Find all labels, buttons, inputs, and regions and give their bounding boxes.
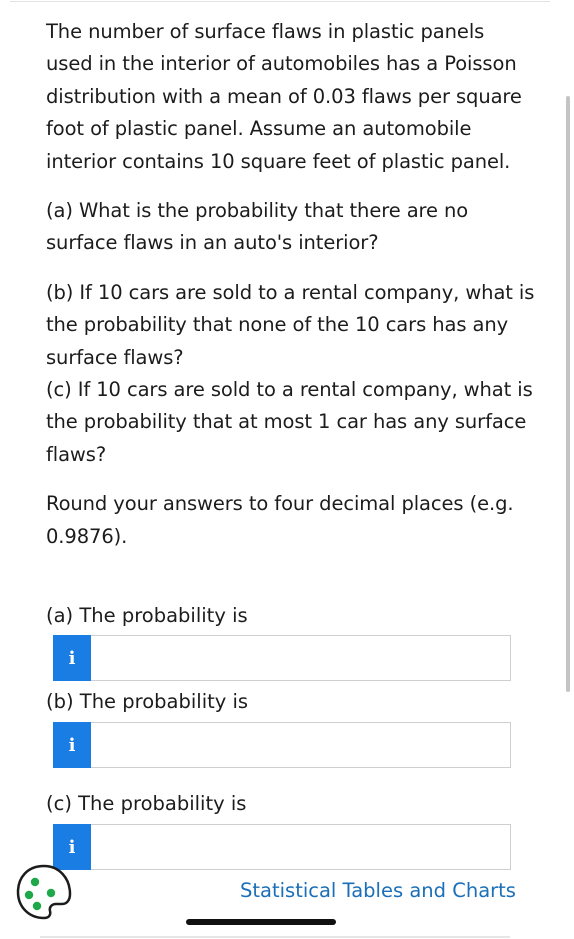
answer-a-row: i <box>53 635 511 681</box>
answer-a-label: (a) The probability is <box>46 604 248 627</box>
home-indicator[interactable] <box>186 919 336 925</box>
answer-c-input[interactable] <box>91 824 511 870</box>
question-part-b: (b) If 10 cars are sold to a rental comp… <box>46 280 535 369</box>
statistical-tables-link[interactable]: Statistical Tables and Charts <box>240 876 516 906</box>
answer-b-label: (b) The probability is <box>46 690 249 713</box>
question-text: The number of surface flaws in plastic p… <box>46 16 536 553</box>
answer-a-input[interactable] <box>91 635 511 681</box>
info-icon[interactable]: i <box>53 722 91 768</box>
answer-c-label: (c) The probability is <box>46 792 247 815</box>
question-part-c: (c) If 10 cars are sold to a rental comp… <box>46 378 533 466</box>
info-icon[interactable]: i <box>53 635 91 681</box>
bottom-divider <box>40 936 510 938</box>
answer-c-row: i <box>53 824 511 870</box>
scrollbar-thumb[interactable] <box>566 96 570 692</box>
question-intro: The number of surface flaws in plastic p… <box>46 20 522 173</box>
rounding-instruction: Round your answers to four decimal place… <box>46 492 514 548</box>
question-part-a: (a) What is the probability that there a… <box>46 199 469 255</box>
palette-icon[interactable] <box>14 862 74 922</box>
answer-b-input[interactable] <box>91 722 511 768</box>
top-divider <box>10 1 550 2</box>
answer-b-row: i <box>53 722 511 768</box>
scrollbar[interactable] <box>566 0 570 939</box>
